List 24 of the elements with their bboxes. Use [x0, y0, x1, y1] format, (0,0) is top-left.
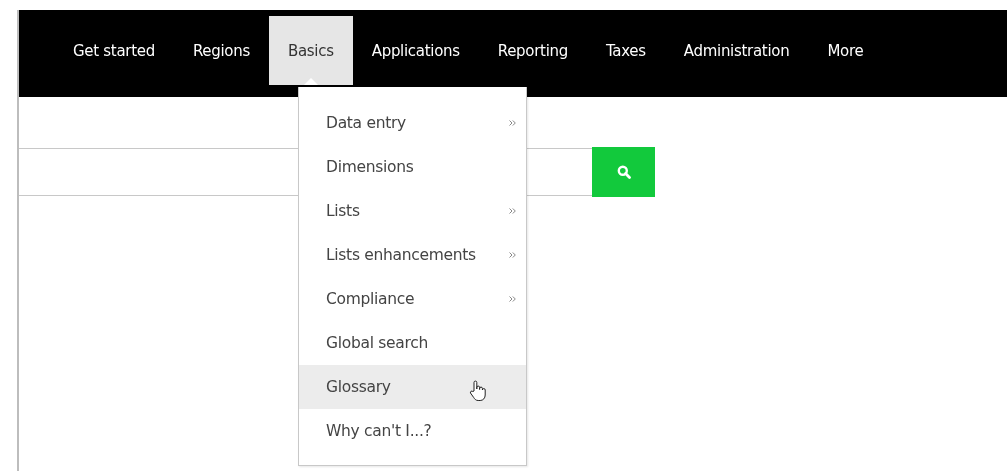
search-button[interactable] — [592, 147, 655, 197]
nav-tab[interactable]: More — [808, 16, 883, 85]
nav-tab[interactable]: Get started — [54, 16, 174, 85]
menu-item[interactable]: Glossary — [299, 365, 526, 409]
double-chevron-icon — [509, 120, 516, 126]
menu-item[interactable]: Why can't I...? — [299, 409, 526, 453]
nav-tab[interactable]: Administration — [664, 16, 809, 85]
nav-tab[interactable]: Regions — [173, 16, 269, 85]
menu-item[interactable]: Lists — [299, 189, 526, 233]
search-icon — [616, 165, 631, 179]
nav-tab[interactable]: Basics — [268, 16, 353, 85]
pointer-notch-icon — [303, 78, 318, 85]
menu-item[interactable]: Data entry — [299, 101, 526, 145]
hand-cursor-icon — [469, 380, 487, 402]
double-chevron-icon — [509, 208, 516, 214]
menu-item[interactable]: Lists enhancements — [299, 233, 526, 277]
nav-tab[interactable]: Taxes — [586, 16, 665, 85]
nav-tab[interactable]: Reporting — [478, 16, 587, 85]
menu-item[interactable]: Dimensions — [299, 145, 526, 189]
menu-item[interactable]: Global search — [299, 321, 526, 365]
menu-item[interactable]: Compliance — [299, 277, 526, 321]
double-chevron-icon — [509, 252, 516, 258]
nav-tab[interactable]: Applications — [352, 16, 479, 85]
double-chevron-icon — [509, 296, 516, 302]
